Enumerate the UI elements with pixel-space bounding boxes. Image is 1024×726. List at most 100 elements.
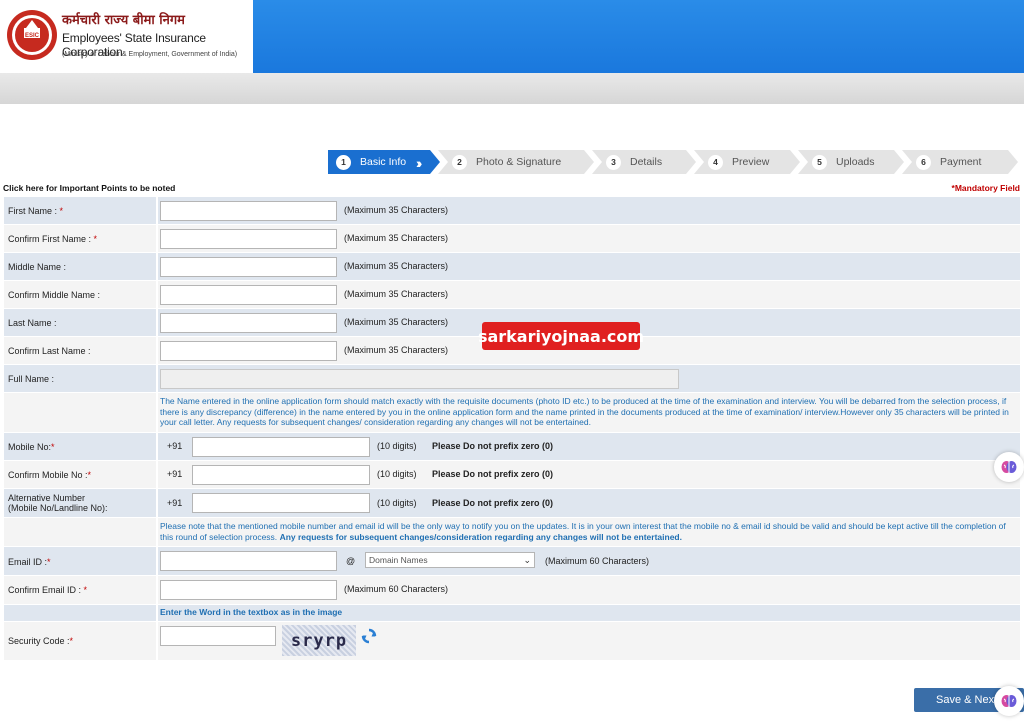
required-asterisk: * (69, 636, 74, 646)
full-name-label: Full Name : (8, 374, 55, 384)
country-code: +91 (167, 498, 183, 508)
double-chevron-icon: ›› (416, 155, 423, 171)
confirm-email-hint: (Maximum 60 Characters) (344, 584, 449, 594)
security-code-label: Security Code :* (8, 636, 73, 646)
required-asterisk: * (87, 470, 92, 480)
step-number: 4 (708, 154, 723, 170)
alt-number-hint: (10 digits) (377, 498, 417, 508)
confirm-mobile-label: Confirm Mobile No :* (8, 470, 91, 480)
step-number: 3 (606, 154, 621, 170)
security-code-input[interactable] (160, 626, 276, 646)
step-photo-signature[interactable]: 2 Photo & Signature (438, 150, 594, 174)
column-divider (156, 433, 158, 460)
label-text: Email ID : (8, 557, 48, 567)
confirm-last-name-input[interactable] (160, 341, 337, 361)
chevron-down-icon: ⌄ (523, 555, 531, 565)
step-label: Payment (940, 156, 982, 168)
step-label: Basic Info (360, 156, 407, 168)
column-divider (156, 489, 158, 517)
column-divider (156, 622, 158, 660)
first-name-input[interactable] (160, 201, 337, 221)
last-name-hint: (Maximum 35 Characters) (344, 317, 449, 327)
mobile-input[interactable] (192, 437, 370, 457)
first-name-label: First Name : * (8, 206, 63, 216)
note-bold: Any requests for subsequent changes/cons… (279, 531, 682, 542)
column-divider (156, 365, 158, 392)
email-input[interactable] (160, 551, 337, 571)
step-label: Preview (732, 156, 770, 168)
column-divider (156, 518, 158, 546)
at-symbol: @ (346, 556, 356, 566)
last-name-label: Last Name : (8, 318, 57, 328)
first-name-hint: (Maximum 35 Characters) (344, 205, 449, 215)
step-label: Photo & Signature (476, 156, 562, 168)
org-ministry: (Ministry of Labour & Employment, Govern… (62, 51, 238, 58)
row-full-name: Full Name : (4, 365, 1020, 392)
middle-name-label: Middle Name : (8, 262, 67, 272)
domain-select[interactable]: Domain Names ⌄ (365, 552, 535, 568)
column-divider (156, 197, 158, 224)
row-middle-name: Middle Name : (Maximum 35 Characters) (4, 253, 1020, 280)
org-name-hindi: कर्मचारी राज्य बीमा निगम (62, 13, 185, 28)
watermark-banner: sarkariyojnaa.com (478, 322, 644, 350)
step-details[interactable]: 3 Details (592, 150, 696, 174)
middle-name-hint: (Maximum 35 Characters) (344, 261, 449, 271)
column-divider (156, 605, 158, 621)
row-confirm-mobile: Confirm Mobile No :* +91 (10 digits) Ple… (4, 461, 1020, 488)
brain-icon (1001, 695, 1017, 707)
step-preview[interactable]: 4 Preview (694, 150, 800, 174)
site-header: ESIC कर्मचारी राज्य बीमा निगम Employees'… (0, 0, 1024, 73)
row-confirm-first-name: Confirm First Name : * (Maximum 35 Chara… (4, 225, 1020, 252)
country-code: +91 (167, 441, 183, 451)
step-uploads[interactable]: 5 Uploads (798, 150, 904, 174)
row-captcha-instruction: Enter the Word in the textbox as in the … (4, 605, 1020, 621)
confirm-middle-name-input[interactable] (160, 285, 337, 305)
confirm-first-name-input[interactable] (160, 229, 337, 249)
column-divider (156, 253, 158, 280)
alt-number-zero-warning: Please Do not prefix zero (0) (432, 498, 554, 508)
mandatory-field-note: *Mandatory Field (951, 183, 1020, 193)
confirm-first-name-label: Confirm First Name : * (8, 234, 97, 244)
column-divider (156, 281, 158, 308)
row-name-note: The Name entered in the online applicati… (4, 393, 1020, 432)
refresh-icon[interactable] (361, 628, 377, 644)
esic-emblem-icon: ESIC (7, 10, 57, 60)
confirm-mobile-hint: (10 digits) (377, 469, 417, 479)
step-label: Details (630, 156, 663, 168)
required-asterisk: * (81, 585, 88, 595)
captcha-image: sryrp (282, 625, 356, 656)
label-line-1: Alternative Number (8, 493, 86, 503)
row-email: Email ID :* @ Domain Names ⌄ (Maximum 60 … (4, 547, 1020, 575)
row-security-code: Security Code :* sryrp (4, 622, 1020, 660)
middle-name-input[interactable] (160, 257, 337, 277)
confirm-email-input[interactable] (160, 580, 337, 600)
alt-number-input[interactable] (192, 493, 370, 513)
label-text: Security Code : (8, 636, 70, 646)
logo-area: ESIC कर्मचारी राज्य बीमा निगम Employees'… (0, 0, 253, 73)
column-divider (156, 461, 158, 488)
step-payment[interactable]: 6 Payment (902, 150, 1018, 174)
assistant-widget-bottom[interactable] (994, 686, 1024, 716)
row-mobile-note: Please note that the mentioned mobile nu… (4, 518, 1020, 546)
required-asterisk: * (51, 442, 55, 452)
required-asterisk: * (57, 206, 64, 216)
step-basic-info[interactable]: 1 Basic Info ›› (328, 150, 440, 174)
confirm-last-name-hint: (Maximum 35 Characters) (344, 345, 449, 355)
label-text: First Name : (8, 206, 58, 216)
row-alt-number: Alternative Number (Mobile No/Landline No… (4, 489, 1020, 517)
last-name-input[interactable] (160, 313, 337, 333)
confirm-middle-name-hint: (Maximum 35 Characters) (344, 289, 449, 299)
assistant-widget[interactable] (994, 452, 1024, 482)
column-divider (156, 576, 158, 604)
confirm-mobile-input[interactable] (192, 465, 370, 485)
mobile-zero-warning: Please Do not prefix zero (0) (432, 441, 554, 451)
label-line-2: (Mobile No/Landline No): (8, 503, 108, 513)
captcha-instruction-text: Enter the Word in the textbox as in the … (160, 607, 343, 617)
header-subbar (0, 73, 1024, 104)
row-confirm-middle-name: Confirm Middle Name : (Maximum 35 Charac… (4, 281, 1020, 308)
name-note-text: The Name entered in the online applicati… (160, 396, 1009, 427)
row-confirm-email: Confirm Email ID : * (Maximum 60 Charact… (4, 576, 1020, 604)
email-hint: (Maximum 60 Characters) (545, 556, 650, 566)
step-number: 6 (916, 154, 931, 170)
important-points-link[interactable]: Click here for Important Points to be no… (3, 183, 175, 193)
